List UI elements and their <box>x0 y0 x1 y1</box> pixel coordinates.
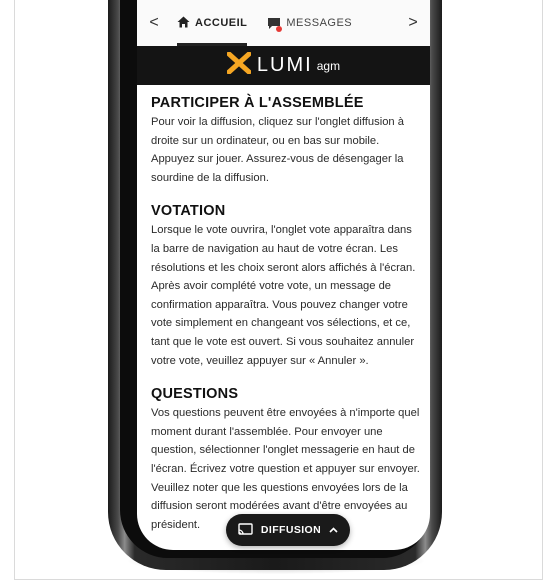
section-body: Lorsque le vote ouvrira, l'onglet vote a… <box>151 224 416 367</box>
instructions-content: PARTICIPER À L'ASSEMBLÉE Pour voir la di… <box>151 95 423 550</box>
tab-messages[interactable]: MESSAGES <box>267 0 352 46</box>
section-heading: QUESTIONS <box>151 386 239 403</box>
message-icon <box>267 17 283 32</box>
brand-suffix: agm <box>316 58 341 73</box>
lumi-logo-icon <box>226 51 252 79</box>
section-heading: PARTICIPER À L'ASSEMBLÉE <box>151 95 364 111</box>
broadcast-button[interactable]: DIFFUSION <box>226 514 350 546</box>
notification-badge <box>276 25 283 32</box>
tab-accueil-label: ACCUEIL <box>195 17 248 29</box>
home-icon <box>177 16 190 31</box>
tab-accueil[interactable]: ACCUEIL <box>177 0 248 46</box>
cast-icon <box>238 522 253 538</box>
next-tab-button[interactable]: > <box>396 14 430 32</box>
tab-bar: < ACCUEIL MESSAGES > <box>137 0 430 46</box>
brand-name: LUMI <box>256 54 313 76</box>
broadcast-button-label: DIFFUSION <box>260 524 322 536</box>
section-body: Pour voir la diffusion, cliquez sur l'on… <box>151 116 404 184</box>
brand-header: LUMI agm <box>137 46 430 85</box>
prev-tab-button[interactable]: < <box>137 14 171 32</box>
tab-messages-label: MESSAGES <box>286 17 353 29</box>
chevron-up-icon <box>329 524 338 536</box>
section-heading: VOTATION <box>151 203 226 220</box>
phone-screen: < ACCUEIL MESSAGES > LUMI agm PARTICIPER <box>137 0 430 550</box>
